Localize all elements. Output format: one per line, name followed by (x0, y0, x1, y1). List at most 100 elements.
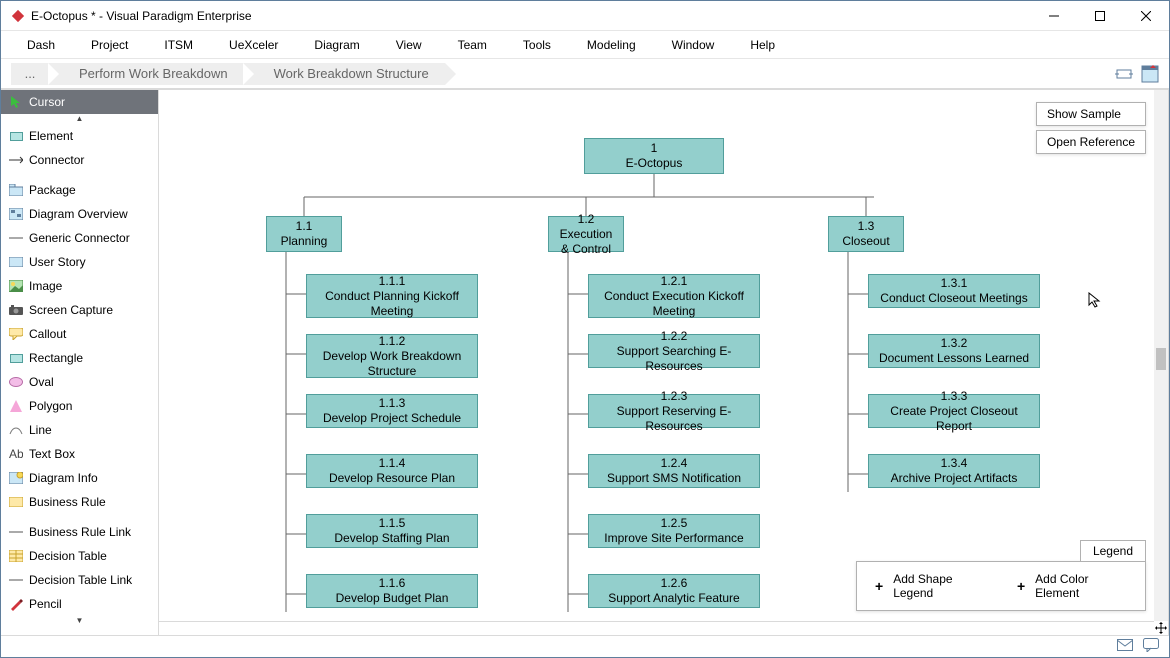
diagram-canvas[interactable]: Show Sample Open Reference Legend +Add S… (159, 90, 1154, 621)
palette-generic-connector[interactable]: Generic Connector (1, 226, 158, 250)
tool-palette: Cursor ▲ Element Connector Package Diagram Ov… (1, 89, 159, 635)
scroll-thumb[interactable] (1156, 348, 1166, 370)
palette-diagram-overview[interactable]: Diagram Overview (1, 202, 158, 226)
palette-connector[interactable]: Connector (1, 148, 158, 172)
menu-diagram[interactable]: Diagram (296, 34, 377, 56)
oval-icon (9, 375, 23, 389)
cursor-icon (9, 95, 23, 109)
palette-label: Connector (29, 153, 84, 167)
palette-rectangle[interactable]: Rectangle (1, 346, 158, 370)
wbs-node-1-3-4[interactable]: 1.3.4Archive Project Artifacts (868, 454, 1040, 488)
window-settings-icon[interactable] (1141, 65, 1159, 83)
palette-label: Diagram Info (29, 471, 98, 485)
palette-decision-table-link[interactable]: Decision Table Link (1, 568, 158, 592)
text-box-icon: Ab (9, 447, 23, 461)
decision-table-icon (9, 549, 23, 563)
palette-image[interactable]: Image (1, 274, 158, 298)
menu-bar: Dash Project ITSM UeXceler Diagram View … (1, 31, 1169, 59)
menu-project[interactable]: Project (73, 34, 146, 56)
app-logo-icon (11, 9, 25, 23)
window-title: E-Octopus * - Visual Paradigm Enterprise (31, 9, 1031, 23)
palette-diagram-info[interactable]: Diagram Info (1, 466, 158, 490)
connector-line (159, 90, 1154, 621)
svg-text:Ab: Ab (9, 448, 23, 460)
breadcrumb-ellipsis[interactable]: ... (11, 63, 49, 85)
decision-table-link-icon (9, 573, 23, 587)
close-button[interactable] (1123, 1, 1169, 31)
palette-label: User Story (29, 255, 86, 269)
palette-collapse-up-icon[interactable]: ▲ (1, 114, 158, 124)
horizontal-scrollbar[interactable] (159, 621, 1154, 635)
pan-handle-icon[interactable] (1154, 621, 1168, 635)
palette-label: Callout (29, 327, 66, 341)
palette-label: Decision Table (29, 549, 107, 563)
palette-text-box[interactable]: Ab Text Box (1, 442, 158, 466)
palette-cursor[interactable]: Cursor (1, 90, 158, 114)
breadcrumb: ... Perform Work Breakdown Work Breakdow… (1, 59, 1169, 89)
vertical-scrollbar[interactable] (1154, 90, 1168, 621)
node-label: Archive Project Artifacts (875, 471, 1033, 486)
palette-collapse-down-icon[interactable]: ▼ (1, 616, 158, 626)
palette-label: Pencil (29, 597, 62, 611)
palette-label: Polygon (29, 399, 72, 413)
palette-business-rule[interactable]: Business Rule (1, 490, 158, 514)
palette-business-rule-link[interactable]: Business Rule Link (1, 520, 158, 544)
status-bar (1, 635, 1169, 657)
minimize-button[interactable] (1031, 1, 1077, 31)
palette-label: Oval (29, 375, 54, 389)
line-icon (9, 423, 23, 437)
package-icon (9, 183, 23, 197)
image-icon (9, 279, 23, 293)
menu-tools[interactable]: Tools (505, 34, 569, 56)
palette-line[interactable]: Line (1, 418, 158, 442)
polygon-icon (9, 399, 23, 413)
palette-label: Text Box (29, 447, 75, 461)
screen-capture-icon (9, 303, 23, 317)
business-rule-icon (9, 495, 23, 509)
palette-label: Screen Capture (29, 303, 113, 317)
palette-label: Generic Connector (29, 231, 130, 245)
palette-oval[interactable]: Oval (1, 370, 158, 394)
menu-dash[interactable]: Dash (9, 34, 73, 56)
pencil-icon (9, 597, 23, 611)
user-story-icon (9, 255, 23, 269)
breadcrumb-perform[interactable]: Perform Work Breakdown (59, 63, 244, 85)
palette-label: Rectangle (29, 351, 83, 365)
connector-icon (9, 153, 23, 167)
callout-icon (9, 327, 23, 341)
diagram-overview-icon (9, 207, 23, 221)
palette-package[interactable]: Package (1, 178, 158, 202)
generic-connector-icon (9, 231, 23, 245)
menu-window[interactable]: Window (654, 34, 733, 56)
menu-modeling[interactable]: Modeling (569, 34, 654, 56)
palette-label: Cursor (29, 95, 65, 109)
palette-label: Decision Table Link (29, 573, 132, 587)
palette-polygon[interactable]: Polygon (1, 394, 158, 418)
rectangle-icon (9, 351, 23, 365)
palette-label: Element (29, 129, 73, 143)
breadcrumb-wbs[interactable]: Work Breakdown Structure (254, 63, 445, 85)
palette-pencil[interactable]: Pencil (1, 592, 158, 616)
business-rule-link-icon (9, 525, 23, 539)
palette-decision-table[interactable]: Decision Table (1, 544, 158, 568)
node-id: 1.3.4 (875, 456, 1033, 471)
menu-help[interactable]: Help (732, 34, 793, 56)
palette-label: Package (29, 183, 76, 197)
palette-label: Diagram Overview (29, 207, 128, 221)
palette-label: Business Rule (29, 495, 106, 509)
palette-screen-capture[interactable]: Screen Capture (1, 298, 158, 322)
message-icon[interactable] (1143, 638, 1159, 655)
palette-element[interactable]: Element (1, 124, 158, 148)
menu-uexceler[interactable]: UeXceler (211, 34, 296, 56)
titlebar[interactable]: E-Octopus * - Visual Paradigm Enterprise (1, 1, 1169, 31)
menu-view[interactable]: View (378, 34, 440, 56)
fit-content-icon[interactable] (1115, 65, 1133, 83)
palette-callout[interactable]: Callout (1, 322, 158, 346)
mail-icon[interactable] (1117, 639, 1133, 654)
palette-label: Image (29, 279, 62, 293)
maximize-button[interactable] (1077, 1, 1123, 31)
diagram-info-icon (9, 471, 23, 485)
menu-itsm[interactable]: ITSM (146, 34, 211, 56)
menu-team[interactable]: Team (440, 34, 505, 56)
palette-user-story[interactable]: User Story (1, 250, 158, 274)
